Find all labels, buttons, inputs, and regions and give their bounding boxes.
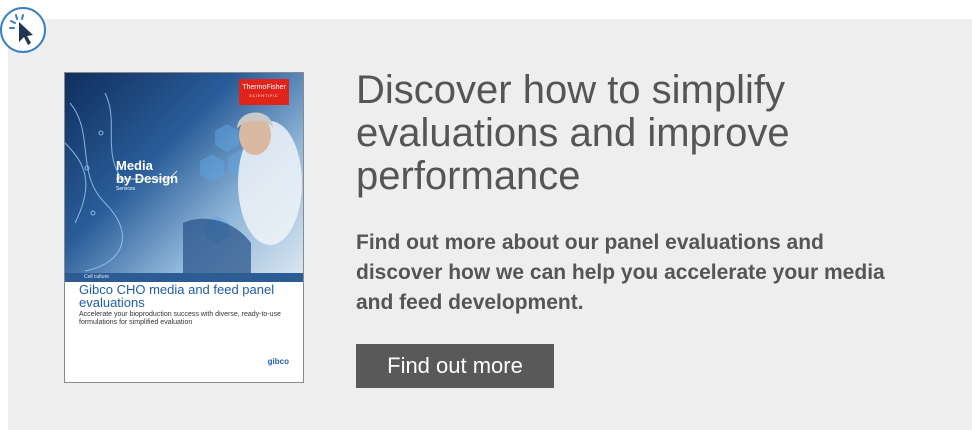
brochure-cover[interactable]: ThermoFisher SCIENTIFIC Media by Design … [64, 72, 304, 383]
brochure-subtitle: Accelerate your bioproduction success wi… [79, 311, 281, 326]
brochure-title: Gibco CHO media and feed panel evaluatio… [79, 282, 275, 310]
brochure-category: Cell culture [84, 274, 110, 280]
promo-headline: Discover how to simplify evaluations and… [356, 68, 790, 198]
promo-description: Find out more about our panel evaluation… [356, 231, 885, 314]
click-cursor-icon [0, 7, 46, 53]
media-by-design-title: Media by Design Services [116, 158, 179, 192]
gibco-logo: gibco [267, 357, 289, 366]
thermo-fisher-logo: ThermoFisher SCIENTIFIC [239, 79, 289, 105]
find-out-more-button[interactable]: Find out more [356, 344, 554, 388]
brochure-category-strip: Cell culture [65, 273, 303, 282]
brochure-cover-image: ThermoFisher SCIENTIFIC Media by Design … [65, 73, 303, 273]
